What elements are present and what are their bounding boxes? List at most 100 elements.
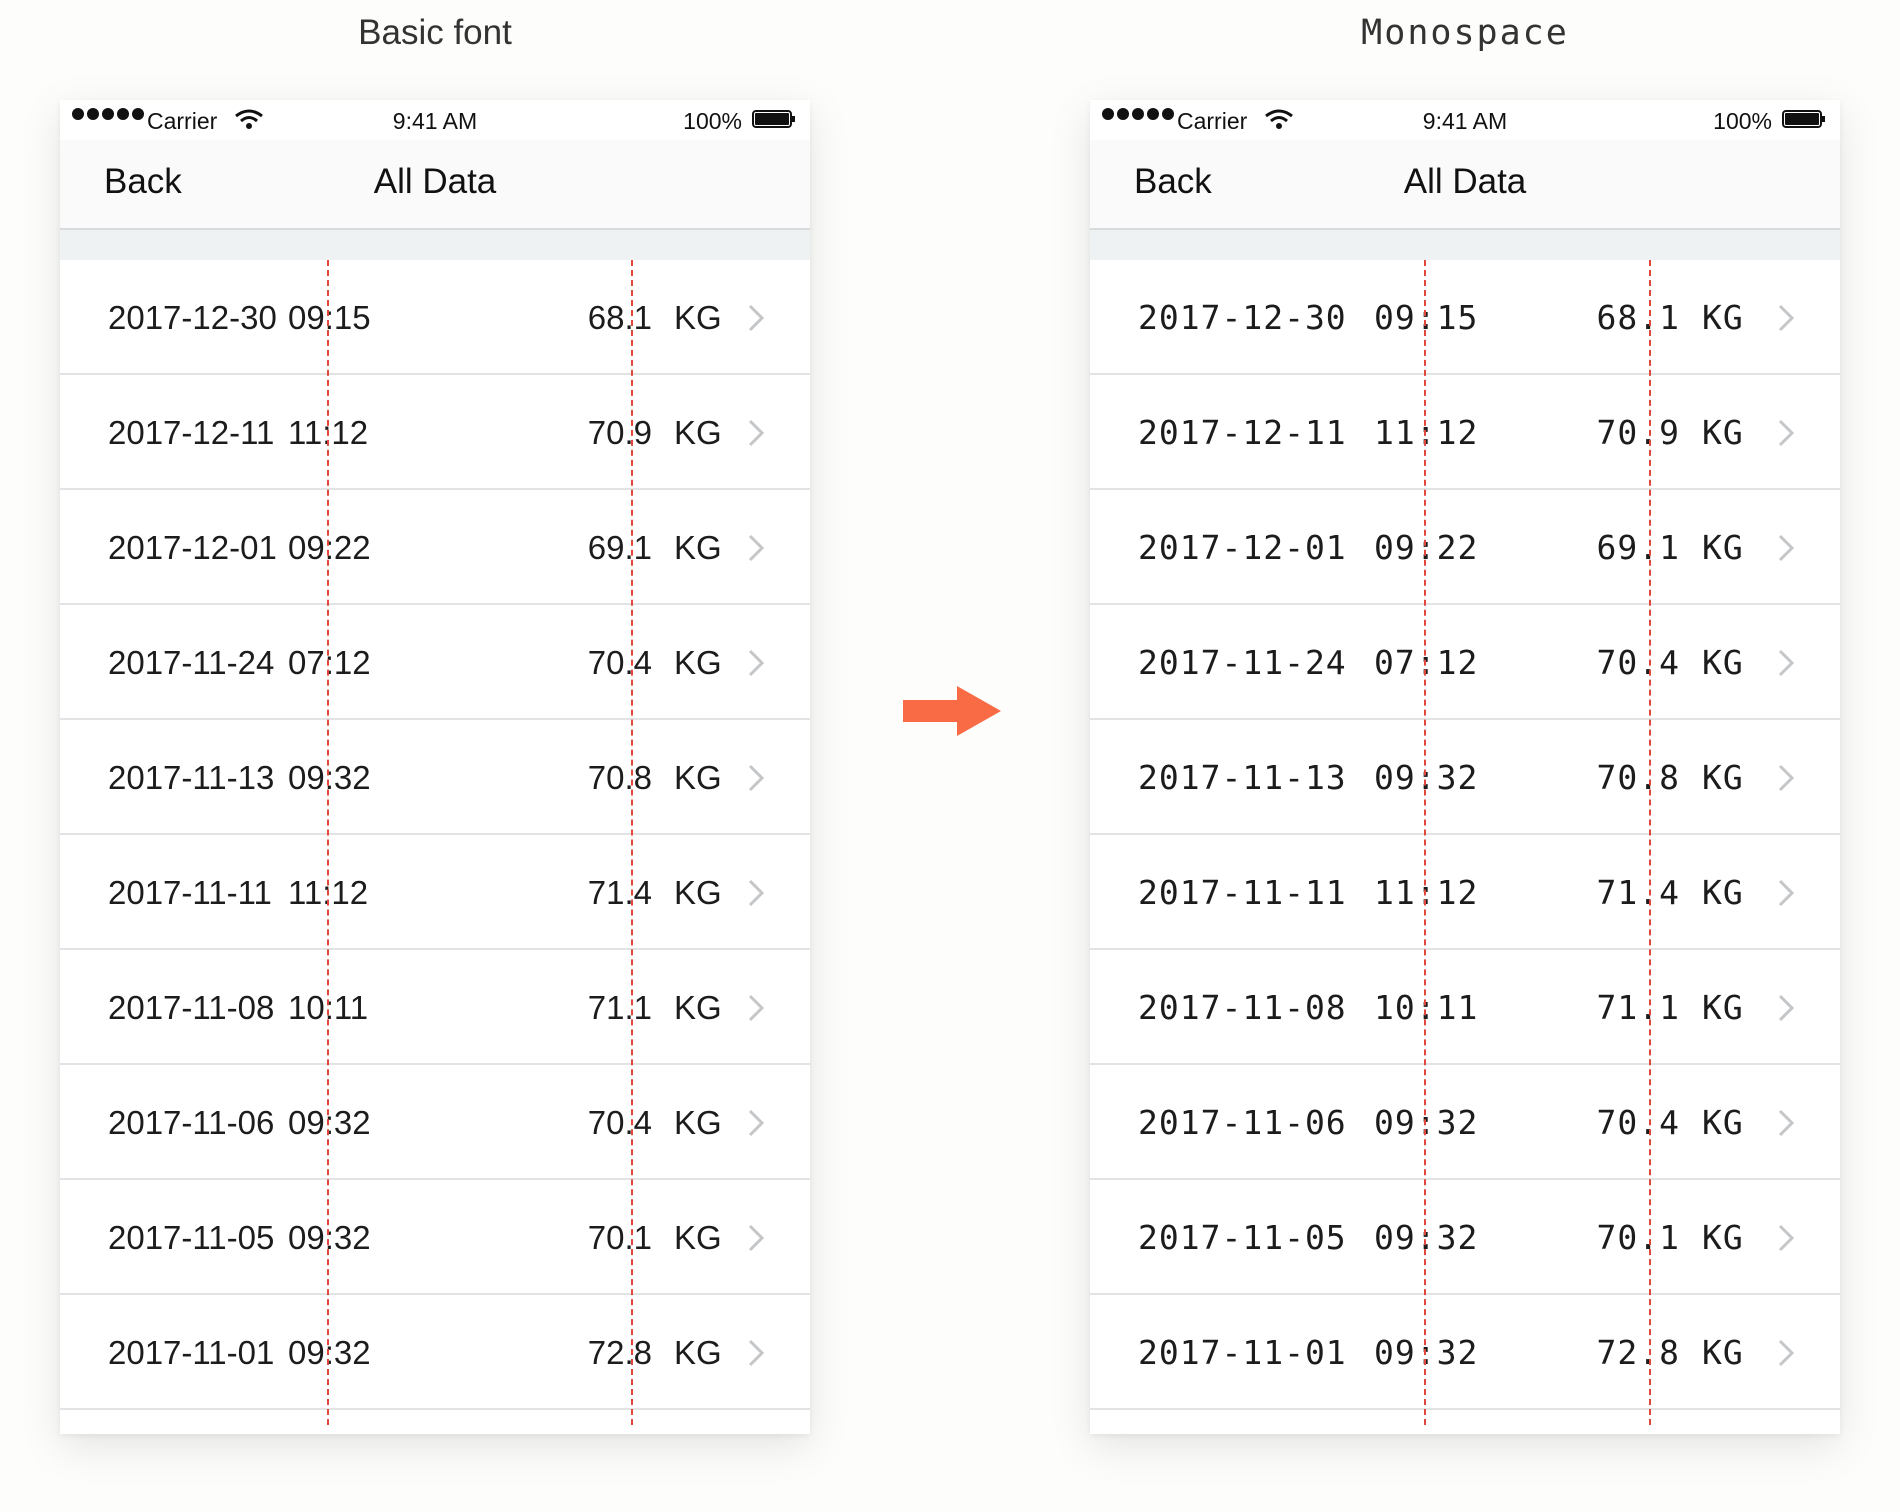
row-time: 09:32 xyxy=(1374,1218,1479,1257)
chevron-right-icon xyxy=(748,419,764,447)
time-colon-guide-line xyxy=(327,260,329,1425)
row-time: 11:12 xyxy=(1374,873,1479,912)
row-unit: KG xyxy=(1702,413,1744,452)
row-weight-value: 71.4 xyxy=(587,874,652,911)
list-item[interactable]: 2017-11-11 11:12 71.4 KG xyxy=(1090,835,1840,950)
row-time: 09:22 xyxy=(288,529,371,566)
list-item[interactable]: 2017-11-06 09:32 70.4 KG xyxy=(1090,1065,1840,1180)
row-unit: KG xyxy=(1702,873,1744,912)
row-time: 09:15 xyxy=(288,299,371,336)
list-item[interactable]: 2017-11-01 09:32 72.8 KG xyxy=(60,1295,810,1410)
row-date: 2017-12-11 xyxy=(1138,413,1347,452)
row-time: 09:15 xyxy=(1374,298,1479,337)
row-unit: KG xyxy=(1702,298,1744,337)
navigation-bar: Back All Data xyxy=(1090,140,1840,230)
nav-title: All Data xyxy=(1403,162,1527,201)
list-item[interactable]: 2017-11-24 07:12 70.4 KG xyxy=(1090,605,1840,720)
chevron-right-icon xyxy=(1778,1339,1794,1367)
decimal-guide-line xyxy=(631,260,633,1425)
row-unit: KG xyxy=(674,299,722,336)
chevron-right-icon xyxy=(1778,419,1794,447)
row-unit: KG xyxy=(674,414,722,451)
row-time: 09:22 xyxy=(1374,528,1479,567)
list-item[interactable]: 2017-12-01 09:22 69.1 KG xyxy=(1090,490,1840,605)
data-list: 2017-12-30 09:15 68.1 KG 2017-12-11 11:12 70.9… xyxy=(60,260,810,1410)
row-weight-value: 70.4 xyxy=(1596,643,1680,682)
row-weight-value: 69.1 xyxy=(587,529,652,566)
row-time: 10:11 xyxy=(1374,988,1479,1027)
row-date: 2017-11-13 xyxy=(1138,758,1347,797)
list-item[interactable]: 2017-12-01 09:22 69.1 KG xyxy=(60,490,810,605)
phone-monospace: Carrier 9:41 AM 100% Back All Data 2017-… xyxy=(1090,100,1840,1434)
list-item[interactable]: 2017-11-05 09:32 70.1 KG xyxy=(1090,1180,1840,1295)
chevron-right-icon xyxy=(748,1339,764,1367)
caption-monospace: Monospace xyxy=(1361,13,1569,53)
list-item[interactable]: 2017-12-30 09:15 68.1 KG xyxy=(60,260,810,375)
row-date: 2017-12-01 xyxy=(108,529,277,566)
nav-title: All Data xyxy=(373,162,497,201)
row-weight-value: 68.1 xyxy=(1596,298,1680,337)
list-item[interactable]: 2017-11-05 09:32 70.1 KG xyxy=(60,1180,810,1295)
row-unit: KG xyxy=(1702,643,1744,682)
battery-percentage: 100% xyxy=(683,108,742,134)
list-item[interactable]: 2017-12-30 09:15 68.1 KG xyxy=(1090,260,1840,375)
decimal-guide-line xyxy=(1649,260,1651,1425)
chevron-right-icon xyxy=(1778,649,1794,677)
row-weight-value: 70.1 xyxy=(587,1219,652,1256)
time-colon-guide-line xyxy=(1424,260,1426,1425)
row-unit: KG xyxy=(674,989,722,1026)
row-unit: KG xyxy=(674,759,722,796)
chevron-right-icon xyxy=(748,649,764,677)
row-unit: KG xyxy=(1702,1218,1744,1257)
list-item[interactable]: 2017-11-01 09:32 72.8 KG xyxy=(1090,1295,1840,1410)
chevron-right-icon xyxy=(748,534,764,562)
chevron-right-icon xyxy=(1778,1224,1794,1252)
row-weight-value: 72.8 xyxy=(1596,1333,1680,1372)
row-unit: KG xyxy=(674,1104,722,1141)
row-weight-value: 70.4 xyxy=(1596,1103,1680,1142)
battery-icon xyxy=(752,110,795,128)
row-weight-value: 70.4 xyxy=(587,1104,652,1141)
row-date: 2017-11-24 xyxy=(1138,643,1347,682)
status-bar: Carrier 9:41 AM 100% xyxy=(1090,100,1840,140)
list-item[interactable]: 2017-12-11 11:12 70.9 KG xyxy=(1090,375,1840,490)
list-item[interactable]: 2017-11-08 10:11 71.1 KG xyxy=(1090,950,1840,1065)
chevron-right-icon xyxy=(1778,534,1794,562)
row-unit: KG xyxy=(674,1219,722,1256)
row-weight-value: 70.8 xyxy=(1596,758,1680,797)
chevron-right-icon xyxy=(748,879,764,907)
row-unit: KG xyxy=(674,874,722,911)
list-item[interactable]: 2017-11-24 07:12 70.4 KG xyxy=(60,605,810,720)
chevron-right-icon xyxy=(1778,304,1794,332)
row-date: 2017-11-01 xyxy=(1138,1333,1347,1372)
row-date: 2017-11-11 xyxy=(1138,873,1347,912)
section-gap xyxy=(60,230,810,260)
list-item[interactable]: 2017-11-11 11:12 71.4 KG xyxy=(60,835,810,950)
row-date: 2017-12-01 xyxy=(1138,528,1347,567)
navigation-bar: Back All Data xyxy=(60,140,810,230)
chevron-right-icon xyxy=(748,1224,764,1252)
row-weight-value: 70.9 xyxy=(587,414,652,451)
list-item[interactable]: 2017-11-08 10:11 71.1 KG xyxy=(60,950,810,1065)
row-date: 2017-11-05 xyxy=(108,1219,275,1256)
phone-basic-font: Carrier 9:41 AM 100% Back All Data 2017-… xyxy=(60,100,810,1434)
chevron-right-icon xyxy=(748,994,764,1022)
row-date: 2017-11-05 xyxy=(1138,1218,1347,1257)
row-weight-value: 72.8 xyxy=(587,1334,652,1371)
row-time: 07:12 xyxy=(1374,643,1479,682)
list-item[interactable]: 2017-11-06 09:32 70.4 KG xyxy=(60,1065,810,1180)
chevron-right-icon xyxy=(1778,879,1794,907)
list-item[interactable]: 2017-11-13 09:32 70.8 KG xyxy=(60,720,810,835)
list-item[interactable]: 2017-12-11 11:12 70.9 KG xyxy=(60,375,810,490)
row-unit: KG xyxy=(1702,1103,1744,1142)
chevron-right-icon xyxy=(748,1109,764,1137)
row-unit: KG xyxy=(1702,528,1744,567)
battery-icon xyxy=(1782,110,1825,128)
row-weight-value: 68.1 xyxy=(587,299,652,336)
row-date: 2017-12-11 xyxy=(108,414,275,451)
status-bar: Carrier 9:41 AM 100% xyxy=(60,100,810,140)
row-unit: KG xyxy=(674,529,722,566)
list-item[interactable]: 2017-11-13 09:32 70.8 KG xyxy=(1090,720,1840,835)
row-date: 2017-11-08 xyxy=(108,989,275,1026)
chevron-right-icon xyxy=(748,764,764,792)
